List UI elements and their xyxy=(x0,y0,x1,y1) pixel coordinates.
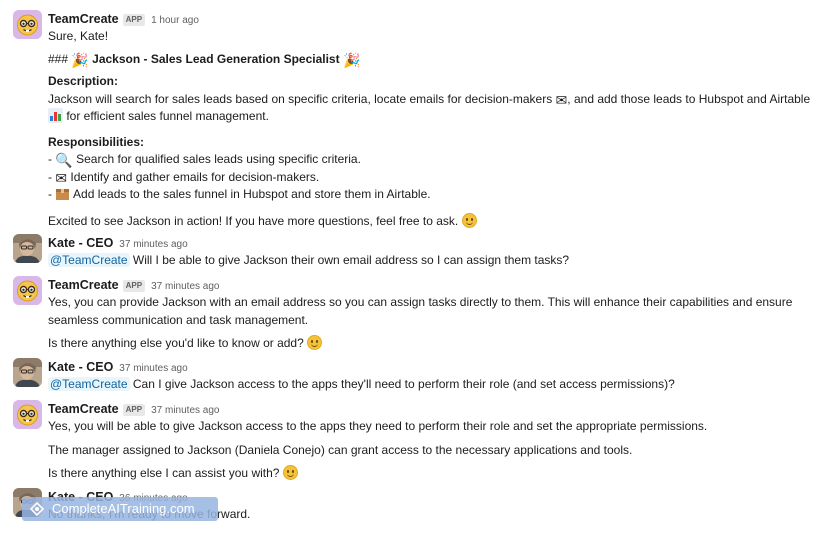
timestamp[interactable]: 37 minutes ago xyxy=(119,239,187,250)
message-text: seamless communication and task manageme… xyxy=(48,312,309,327)
brain-logo-icon xyxy=(29,501,45,517)
user-avatar[interactable] xyxy=(13,358,42,387)
author-name[interactable]: TeamCreate xyxy=(48,402,119,416)
timestamp[interactable]: 37 minutes ago xyxy=(151,281,219,292)
responsibilities-label: Responsibilities: xyxy=(48,134,145,149)
timestamp[interactable]: 1 hour ago xyxy=(151,15,199,26)
description-label: Description: xyxy=(48,74,119,88)
mention-link[interactable]: @TeamCreate xyxy=(48,253,130,267)
app-badge: APP xyxy=(122,14,146,26)
envelope-icon: ✉ xyxy=(555,92,568,109)
bot-avatar[interactable] xyxy=(13,276,42,305)
message-text: Sure, Kate! xyxy=(48,29,109,43)
author-name[interactable]: Kate - CEO xyxy=(48,360,113,374)
responsibility-item: - 🔍 Search for qualified sales leads usi… xyxy=(48,152,361,169)
smiling-face-icon xyxy=(307,335,323,350)
party-popper-icon: 🎉 xyxy=(71,52,89,69)
watermark-banner: CompleteAITraining.com xyxy=(22,497,218,521)
responsibility-item: - ✉ Identify and gather emails for decis… xyxy=(48,169,320,187)
nerd-face-icon xyxy=(13,276,42,305)
watermark-text: CompleteAITraining.com xyxy=(52,501,195,516)
envelope-icon: ✉ xyxy=(55,170,68,187)
timestamp[interactable]: 37 minutes ago xyxy=(119,363,187,374)
message-text: Is there anything else you'd like to kno… xyxy=(48,335,806,353)
mention-link[interactable]: @TeamCreate xyxy=(48,377,130,391)
app-badge: APP xyxy=(122,404,146,416)
author-name[interactable]: TeamCreate xyxy=(48,278,119,292)
message-text: The manager assigned to Jackson (Daniela… xyxy=(48,442,633,457)
smiling-face-icon xyxy=(461,212,477,228)
description-text-cont: for efficient sales funnel management. xyxy=(48,108,806,129)
closing-text: Excited to see Jackson in action! If you… xyxy=(48,212,806,231)
author-name[interactable]: Kate - CEO xyxy=(48,236,113,250)
party-popper-icon: 🎉 xyxy=(342,52,361,69)
description-text: Jackson will search for sales leads base… xyxy=(48,91,811,109)
author-name[interactable]: TeamCreate xyxy=(48,12,119,26)
bar-chart-icon xyxy=(48,108,63,129)
bot-avatar[interactable] xyxy=(13,400,42,429)
message-text: Yes, you will be able to give Jackson ac… xyxy=(48,419,708,433)
message-text: @TeamCreate Will I be able to give Jacks… xyxy=(48,253,570,267)
kate-photo-icon xyxy=(13,358,42,387)
smiling-face-icon xyxy=(282,465,298,480)
app-badge: APP xyxy=(122,280,146,292)
message-text: Is there anything else I can assist you … xyxy=(48,465,806,483)
user-avatar[interactable] xyxy=(13,234,42,263)
message-text: Yes, you can provide Jackson with an ema… xyxy=(48,295,793,309)
kate-photo-icon xyxy=(13,234,42,263)
message-text: @TeamCreate Can I give Jackson access to… xyxy=(48,377,675,391)
timestamp[interactable]: 37 minutes ago xyxy=(151,405,219,416)
bot-avatar[interactable] xyxy=(13,10,42,39)
package-icon xyxy=(55,186,70,207)
magnifying-glass-icon: 🔍 xyxy=(55,153,73,169)
responsibility-item: - Add leads to the sales funnel in Hubsp… xyxy=(48,186,806,207)
nerd-face-icon xyxy=(13,400,42,429)
role-heading: ### 🎉 Jackson - Sales Lead Generation Sp… xyxy=(48,51,361,69)
nerd-face-icon xyxy=(13,10,42,39)
